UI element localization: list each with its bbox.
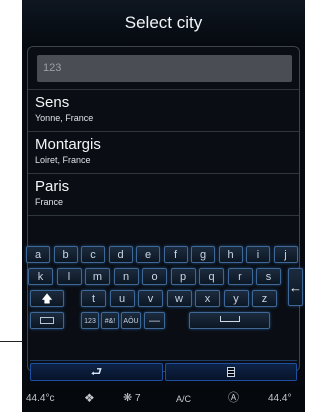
city-name: Sens (35, 94, 70, 111)
key-h[interactable]: h (218, 246, 243, 263)
temperature-left: 44.4°c (26, 393, 55, 404)
key-f[interactable]: f (163, 246, 188, 263)
city-name: Montargis (35, 136, 101, 153)
nav-screen: Select city 123 Sens Yonne, France Monta… (22, 0, 305, 412)
key-l[interactable]: l (56, 268, 82, 285)
enter-key[interactable]: ← (288, 268, 303, 306)
fan-icon[interactable]: ❋ (123, 392, 132, 404)
key-d[interactable]: d (108, 246, 133, 263)
list-item[interactable]: Montargis Loiret, France (28, 131, 299, 173)
menu-button[interactable] (165, 363, 297, 381)
numbers-mode-key[interactable]: 123 (81, 312, 99, 329)
key-k[interactable]: k (28, 268, 53, 285)
shift-key[interactable]: 🡅 (30, 290, 64, 307)
key-x[interactable]: x (195, 290, 220, 307)
key-j[interactable]: j (273, 246, 298, 263)
space-key[interactable] (189, 312, 270, 329)
key-i[interactable]: i (246, 246, 270, 263)
on-screen-keyboard: abcdefghij klmnopqrs tuvwxyz ← 🡅 123 #&!… (22, 246, 305, 350)
key-p[interactable]: p (170, 268, 196, 285)
shift-arrow-icon: 🡅 (41, 293, 53, 305)
key-n[interactable]: n (113, 268, 139, 285)
key-o[interactable]: o (142, 268, 167, 285)
dash-key[interactable]: — (144, 312, 165, 329)
keyboard-icon (40, 317, 54, 324)
city-region: Yonne, France (35, 113, 94, 123)
climate-status-bar: 44.4°c ❖ ❋ 7 A/C Ⓐ 44.4° (22, 386, 305, 412)
key-e[interactable]: e (136, 246, 160, 263)
accents-mode-key[interactable]: AÖU (121, 312, 141, 329)
list-item[interactable]: Sens Yonne, France (28, 89, 299, 131)
key-s[interactable]: s (256, 268, 281, 285)
key-m[interactable]: m (85, 268, 110, 285)
key-b[interactable]: b (53, 246, 78, 263)
temperature-right: 44.4° (268, 393, 292, 404)
key-r[interactable]: r (227, 268, 253, 285)
key-y[interactable]: y (223, 290, 249, 307)
city-region: France (35, 197, 64, 207)
symbols-mode-key[interactable]: #&! (101, 312, 119, 329)
ac-button[interactable]: A/C (176, 393, 191, 405)
list-item[interactable]: Paris France (28, 173, 299, 215)
key-v[interactable]: v (138, 290, 163, 307)
search-input[interactable]: 123 (37, 55, 292, 82)
fan-level: 7 (135, 393, 141, 404)
seat-airflow-icon[interactable]: ❖ (84, 392, 95, 404)
key-g[interactable]: g (191, 246, 215, 263)
key-z[interactable]: z (252, 290, 277, 307)
key-u[interactable]: u (109, 290, 135, 307)
enter-arrow-icon: ← (289, 280, 302, 295)
auto-climate-icon[interactable]: Ⓐ (228, 392, 239, 404)
key-c[interactable]: c (81, 246, 105, 263)
back-button[interactable]: ⮐ (30, 363, 163, 381)
keyboard-layout-key[interactable] (30, 312, 64, 329)
key-q[interactable]: q (199, 268, 224, 285)
back-arrow-icon: ⮐ (90, 364, 103, 379)
menu-list-icon (227, 367, 235, 377)
results-list: Sens Yonne, France Montargis Loiret, Fra… (28, 89, 299, 254)
space-bar-icon (219, 316, 240, 322)
city-name: Paris (35, 178, 70, 195)
key-t[interactable]: t (81, 290, 106, 307)
page-title: Select city (22, 0, 305, 46)
city-region: Loiret, France (35, 155, 91, 165)
key-w[interactable]: w (166, 290, 192, 307)
bottom-bar: ⮐ (30, 360, 297, 383)
key-a[interactable]: a (26, 246, 50, 263)
